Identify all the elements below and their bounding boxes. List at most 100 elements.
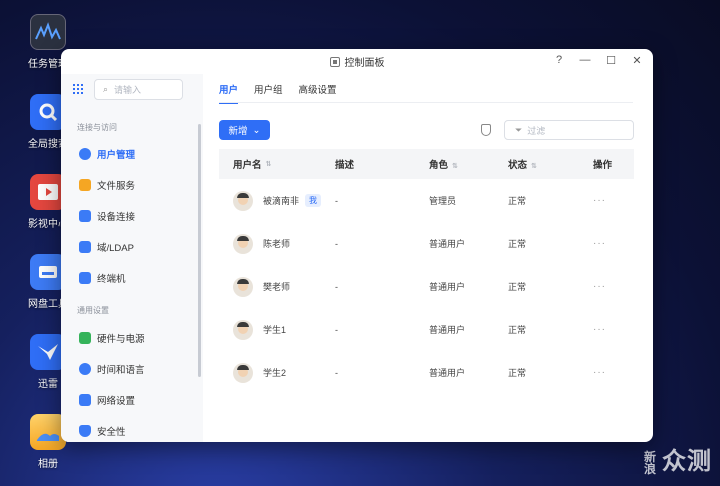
watermark-small: 新浪 — [644, 449, 658, 476]
control-panel-window: 控制面板 ? — ☐ ✕ ⌕ 请输入 连接与访问 用户管理 文件服务 设备连接 — [61, 49, 653, 442]
table-row[interactable]: 学生2 - 普通用户 正常 ··· — [219, 351, 634, 394]
more-actions-icon[interactable]: ··· — [593, 195, 606, 206]
sidebar-item-label: 设备连接 — [97, 212, 136, 223]
column-username[interactable]: 用户名 ⇅ — [219, 157, 325, 171]
description: - — [335, 367, 338, 378]
sidebar-item-network[interactable]: 网络设置 — [71, 388, 197, 412]
sidebar-item-label: 网络设置 — [97, 396, 136, 407]
tab-users[interactable]: 用户 — [219, 82, 239, 104]
sidebar-item-label: 安全性 — [97, 427, 126, 438]
group-title-general: 通用设置 — [77, 306, 109, 315]
description: - — [335, 324, 338, 335]
sort-icon: ⇅ — [452, 163, 458, 170]
filter-input[interactable]: ⏷ 过滤 — [504, 120, 634, 140]
clock-icon — [79, 363, 91, 375]
role: 普通用户 — [429, 282, 466, 292]
sidebar-item-label: 终端机 — [97, 274, 126, 285]
group-title-connect: 连接与访问 — [77, 123, 117, 132]
username: 学生1 — [263, 325, 287, 335]
folder-icon — [79, 179, 91, 191]
minimize-button[interactable]: — — [579, 54, 591, 67]
tab-advanced-settings[interactable]: 高级设置 — [299, 82, 337, 104]
title-bar[interactable]: 控制面板 ? — ☐ ✕ — [61, 49, 653, 74]
sidebar-scrollbar[interactable] — [198, 124, 201, 377]
task-manager-icon — [30, 14, 66, 50]
more-actions-icon[interactable]: ··· — [593, 281, 606, 292]
filter-icon: ⏷ — [515, 124, 523, 135]
filter-placeholder: 过滤 — [527, 125, 546, 136]
sidebar-item-file-service[interactable]: 文件服务 — [71, 173, 197, 197]
description: - — [335, 238, 338, 249]
sidebar-item-time-language[interactable]: 时间和语言 — [71, 357, 197, 381]
header-label: 用户名 — [233, 160, 262, 171]
tab-user-groups[interactable]: 用户组 — [254, 82, 283, 104]
status: 正常 — [508, 239, 527, 249]
sort-icon: ⇅ — [265, 161, 272, 168]
sidebar-item-label: 用户管理 — [97, 150, 136, 161]
maximize-button[interactable]: ☐ — [605, 54, 617, 67]
user-icon — [79, 148, 91, 160]
username: 陈老师 — [263, 239, 291, 249]
sidebar-item-label: 域/LDAP — [97, 243, 134, 254]
avatar — [233, 362, 253, 383]
domain-icon — [79, 241, 91, 253]
more-actions-icon[interactable]: ··· — [593, 324, 606, 335]
me-badge: 我 — [305, 194, 322, 207]
window-controls: ? — ☐ ✕ — [553, 54, 643, 67]
device-icon — [79, 210, 91, 222]
add-user-label: 新增 — [228, 126, 248, 137]
avatar — [233, 276, 253, 297]
sidebar-item-hardware-power[interactable]: 硬件与电源 — [71, 326, 197, 350]
column-role[interactable]: 角色 ⇅ — [421, 157, 500, 171]
network-icon — [79, 394, 91, 406]
role: 管理员 — [429, 196, 457, 206]
username: 樊老师 — [263, 282, 291, 292]
avatar — [233, 190, 253, 211]
sidebar-item-domain-ldap[interactable]: 域/LDAP — [71, 235, 197, 259]
add-user-button[interactable]: 新增 ⌄ — [219, 120, 270, 140]
help-button[interactable]: ? — [553, 54, 565, 67]
header-label: 角色 — [429, 160, 449, 171]
shield-icon — [79, 425, 91, 437]
status: 正常 — [508, 325, 527, 335]
role: 普通用户 — [429, 368, 466, 378]
window-title: 控制面板 — [344, 58, 385, 69]
control-panel-icon — [329, 56, 340, 67]
username: 被滴南非 — [263, 196, 300, 206]
sidebar-item-terminal[interactable]: 终端机 — [71, 266, 197, 290]
tab-divider — [219, 102, 633, 103]
role: 普通用户 — [429, 325, 466, 335]
apps-grid-icon[interactable] — [73, 84, 83, 94]
sidebar-item-device-connection[interactable]: 设备连接 — [71, 204, 197, 228]
security-shield-icon[interactable] — [481, 124, 491, 136]
more-actions-icon[interactable]: ··· — [593, 367, 606, 378]
desktop-icon-label: 相册 — [38, 459, 58, 470]
header-label: 描述 — [335, 160, 355, 171]
role: 普通用户 — [429, 239, 466, 249]
table-row[interactable]: 被滴南非我 - 管理员 正常 ··· — [219, 179, 634, 222]
username: 学生2 — [263, 368, 287, 378]
column-status[interactable]: 状态 ⇅ — [500, 157, 587, 171]
table-header: 用户名 ⇅ 描述 角色 ⇅ 状态 ⇅ 操作 — [219, 149, 634, 179]
description: - — [335, 281, 338, 292]
more-actions-icon[interactable]: ··· — [593, 238, 606, 249]
terminal-icon — [79, 272, 91, 284]
search-placeholder: 请输入 — [114, 85, 142, 95]
column-actions: 操作 — [587, 157, 634, 171]
avatar — [233, 233, 253, 254]
watermark-big: 众测 — [662, 448, 712, 475]
table-row[interactable]: 学生1 - 普通用户 正常 ··· — [219, 308, 634, 351]
close-button[interactable]: ✕ — [631, 54, 643, 67]
table-row[interactable]: 陈老师 - 普通用户 正常 ··· — [219, 222, 634, 265]
table-row[interactable]: 樊老师 - 普通用户 正常 ··· — [219, 265, 634, 308]
sidebar-item-security[interactable]: 安全性 — [71, 419, 197, 442]
tab-bar: 用户 用户组 高级设置 — [219, 82, 337, 104]
header-label: 操作 — [593, 160, 613, 171]
sort-icon: ⇅ — [531, 163, 537, 170]
header-label: 状态 — [508, 160, 528, 171]
sidebar: ⌕ 请输入 连接与访问 用户管理 文件服务 设备连接 域/LDAP 终端机 通用… — [61, 74, 203, 442]
sidebar-item-user-management[interactable]: 用户管理 — [71, 142, 197, 166]
main-panel: 用户 用户组 高级设置 新增 ⌄ ⏷ 过滤 用户名 ⇅ 描述 角色 ⇅ 状态 ⇅ 操作… — [203, 74, 653, 442]
search-icon: ⌕ — [103, 84, 109, 94]
search-input[interactable]: ⌕ 请输入 — [94, 79, 183, 100]
